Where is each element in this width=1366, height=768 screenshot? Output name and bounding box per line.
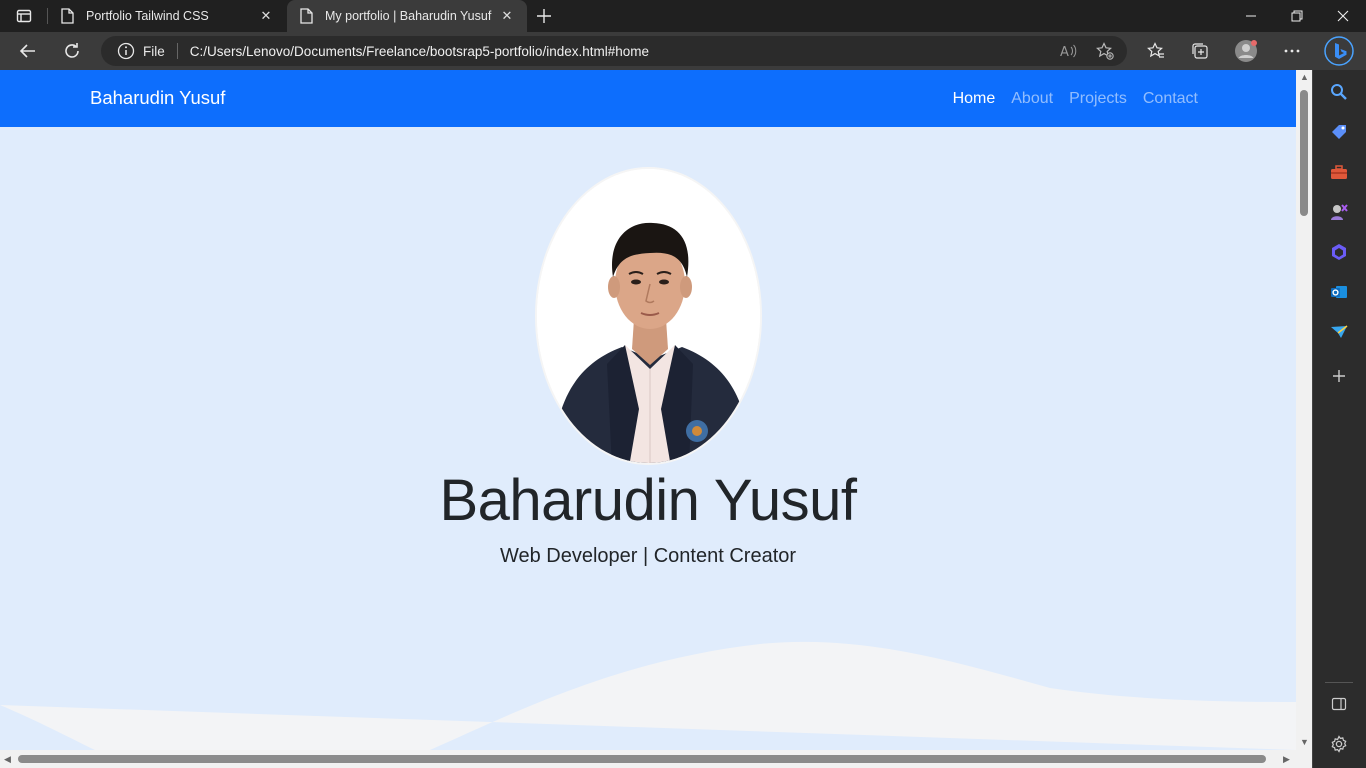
horizontal-scroll-thumb[interactable] xyxy=(18,755,1266,763)
office-icon[interactable] xyxy=(1327,240,1351,264)
site-navbar: Baharudin Yusuf Home About Projects Cont… xyxy=(0,70,1296,127)
horizontal-scrollbar[interactable]: ◀ ▶ xyxy=(0,750,1296,768)
nav-link-about[interactable]: About xyxy=(1011,90,1053,108)
minimize-icon[interactable] xyxy=(1228,0,1274,32)
settings-icon[interactable] xyxy=(1327,732,1351,756)
hero-name: Baharudin Yusuf xyxy=(439,468,857,533)
nav-links: Home About Projects Contact xyxy=(953,90,1198,108)
restore-icon[interactable] xyxy=(1274,0,1320,32)
vertical-scrollbar[interactable]: ▲ ▼ xyxy=(1296,70,1312,750)
tab-title: Portfolio Tailwind CSS xyxy=(86,9,209,23)
split-screen-icon[interactable] xyxy=(1327,692,1351,716)
profile-photo xyxy=(535,167,762,465)
scroll-down-arrow-icon[interactable]: ▼ xyxy=(1300,737,1309,747)
back-icon[interactable] xyxy=(14,37,42,65)
read-aloud-icon[interactable]: A xyxy=(1055,37,1083,65)
sidebar-divider xyxy=(1325,682,1353,683)
page-icon xyxy=(299,8,315,24)
send-icon[interactable] xyxy=(1327,320,1351,344)
navbar-brand[interactable]: Baharudin Yusuf xyxy=(90,87,225,109)
hero-wave xyxy=(0,641,1296,750)
scheme-label: File xyxy=(143,43,165,59)
scroll-left-arrow-icon[interactable]: ◀ xyxy=(4,754,11,765)
copilot-icon[interactable] xyxy=(1324,36,1354,66)
browser-toolbar: File C:/Users/Lenovo/Documents/Freelance… xyxy=(0,32,1366,70)
new-tab-icon[interactable] xyxy=(532,4,556,28)
games-icon[interactable] xyxy=(1327,200,1351,224)
scroll-right-arrow-icon[interactable]: ▶ xyxy=(1283,754,1290,765)
scrollbar-corner xyxy=(1296,750,1312,768)
info-icon[interactable] xyxy=(117,42,135,60)
toolbox-icon[interactable] xyxy=(1327,160,1351,184)
svg-text:A: A xyxy=(1060,45,1069,59)
outlook-icon[interactable] xyxy=(1327,280,1351,304)
tab-strip: Portfolio Tailwind CSS ✕ My portfolio | … xyxy=(0,0,1366,32)
browser-tab-active[interactable]: My portfolio | Baharudin Yusuf ✕ xyxy=(287,0,527,32)
page-viewport: Baharudin Yusuf Home About Projects Cont… xyxy=(0,70,1296,750)
address-divider xyxy=(176,43,178,59)
hero-subtitle: Web Developer | Content Creator xyxy=(499,545,797,567)
tag-icon[interactable] xyxy=(1327,120,1351,144)
vertical-scroll-thumb[interactable] xyxy=(1300,90,1308,216)
edge-sidebar xyxy=(1312,70,1366,768)
url-text[interactable]: C:/Users/Lenovo/Documents/Freelance/boot… xyxy=(190,44,1055,59)
add-favorite-icon[interactable] xyxy=(1091,37,1119,65)
close-icon[interactable]: ✕ xyxy=(495,8,519,24)
browser-tab[interactable]: Portfolio Tailwind CSS ✕ xyxy=(48,0,286,32)
close-icon[interactable]: ✕ xyxy=(254,8,278,24)
scroll-up-arrow-icon[interactable]: ▲ xyxy=(1300,72,1309,82)
collections-icon[interactable] xyxy=(1186,37,1214,65)
tab-actions-icon[interactable] xyxy=(6,4,42,28)
nav-link-home[interactable]: Home xyxy=(953,90,996,108)
search-icon[interactable] xyxy=(1327,80,1351,104)
address-bar[interactable]: File C:/Users/Lenovo/Documents/Freelance… xyxy=(101,36,1127,66)
nav-link-contact[interactable]: Contact xyxy=(1143,90,1198,108)
close-window-icon[interactable] xyxy=(1320,0,1366,32)
favorites-icon[interactable] xyxy=(1142,37,1170,65)
refresh-icon[interactable] xyxy=(58,37,86,65)
profile-avatar-icon[interactable] xyxy=(1232,37,1260,65)
page-icon xyxy=(60,8,76,24)
tab-title: My portfolio | Baharudin Yusuf xyxy=(325,9,492,23)
more-options-icon[interactable] xyxy=(1278,37,1306,65)
nav-link-projects[interactable]: Projects xyxy=(1069,90,1127,108)
add-icon[interactable] xyxy=(1327,364,1351,388)
